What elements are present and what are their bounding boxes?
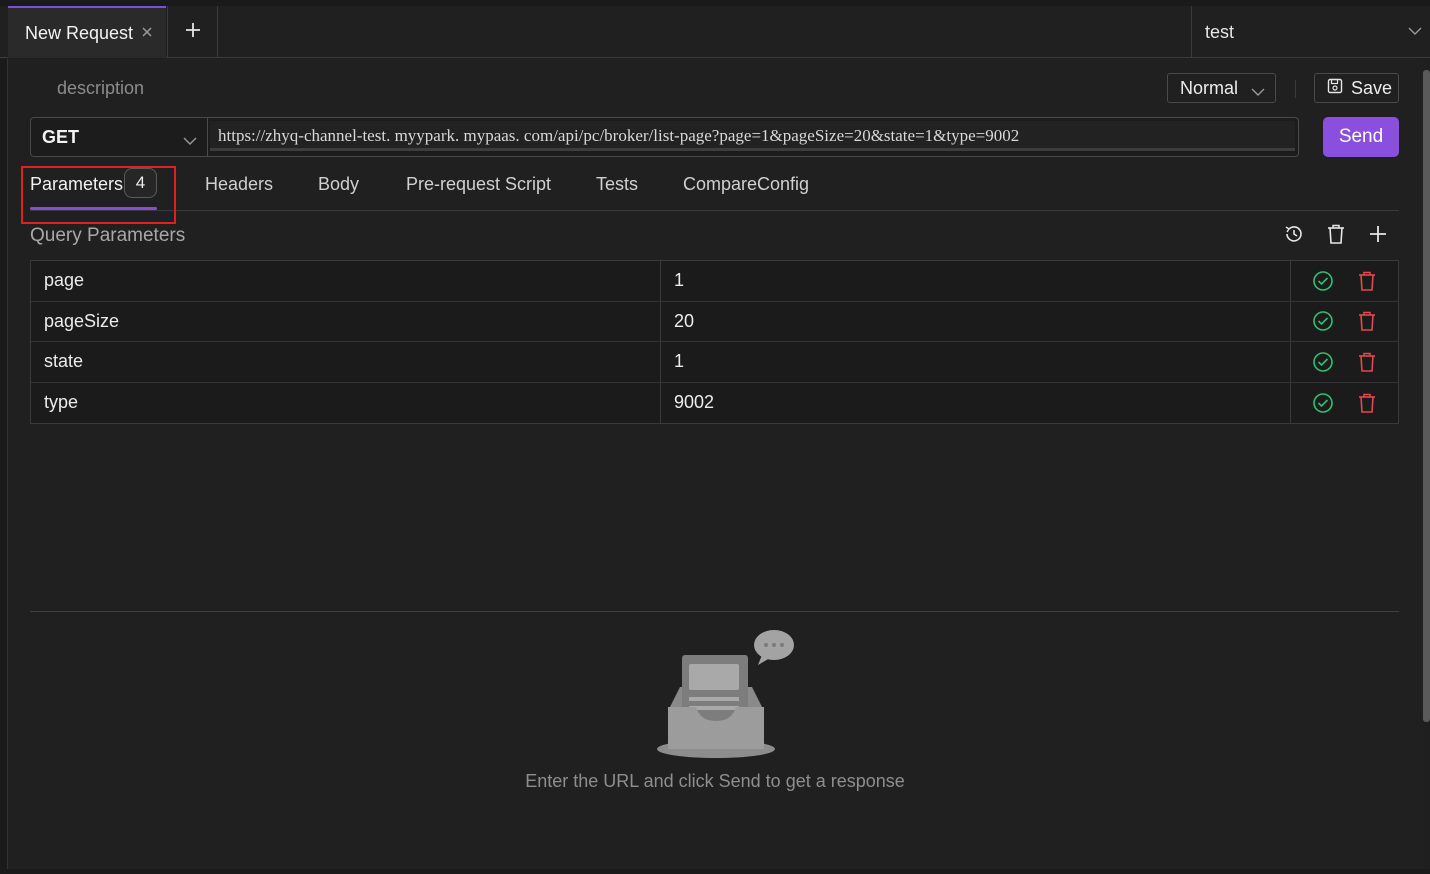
param-key[interactable]: pageSize <box>31 301 661 341</box>
param-value[interactable]: 1 <box>661 342 1291 382</box>
table-row: pageSize 20 <box>31 301 1398 342</box>
history-icon[interactable] <box>1283 223 1305 245</box>
query-parameters-title: Query Parameters <box>30 225 186 246</box>
environment-label: test <box>1205 21 1235 42</box>
chevron-down-icon <box>183 131 197 152</box>
empty-inbox-icon <box>652 625 802 770</box>
save-icon <box>1327 78 1351 99</box>
empty-response-message: Enter the URL and click Send to get a re… <box>525 771 905 791</box>
tab-compareconfig[interactable]: CompareConfig <box>683 174 809 195</box>
check-circle-icon[interactable] <box>1312 270 1334 292</box>
row-actions <box>1291 302 1398 342</box>
description-field[interactable]: description <box>57 78 144 99</box>
check-circle-icon[interactable] <box>1312 392 1334 414</box>
mode-label: Normal <box>1180 77 1239 98</box>
tab-label: New Request <box>25 22 134 43</box>
tab-body[interactable]: Body <box>318 174 359 195</box>
trash-icon[interactable] <box>1356 310 1378 332</box>
method-label: GET <box>42 126 80 147</box>
table-row: page 1 <box>31 261 1398 302</box>
param-key[interactable]: type <box>31 382 661 423</box>
scrollbar[interactable] <box>1423 70 1430 722</box>
trash-icon[interactable] <box>1356 270 1378 292</box>
param-key[interactable]: page <box>31 261 661 301</box>
check-circle-icon[interactable] <box>1312 310 1334 332</box>
table-row: state 1 <box>31 342 1398 383</box>
chevron-down-icon <box>1408 24 1422 42</box>
trash-icon[interactable] <box>1356 351 1378 373</box>
query-parameters-table: page 1 pageSize 20 state 1 type 9002 <box>30 260 1399 424</box>
param-value[interactable]: 1 <box>661 261 1291 301</box>
environment-select[interactable]: test <box>1191 6 1430 58</box>
url-input[interactable]: https://zhyq-channel-test. myypark. mypa… <box>210 121 1295 151</box>
toolbar-divider <box>1295 80 1296 98</box>
param-key[interactable]: state <box>31 342 661 382</box>
request-tabs: Parameters 4 Headers Body Pre-request Sc… <box>30 166 1399 211</box>
window-bottom-strip <box>0 869 1430 874</box>
trash-icon[interactable] <box>1325 223 1347 245</box>
save-label: Save <box>1351 77 1393 98</box>
mode-select[interactable]: Normal <box>1167 73 1276 103</box>
plus-icon[interactable] <box>1367 223 1389 245</box>
tab-tests[interactable]: Tests <box>596 174 638 195</box>
plus-icon <box>184 21 202 44</box>
check-circle-icon[interactable] <box>1312 351 1334 373</box>
query-parameters-tools <box>1283 223 1389 245</box>
row-actions <box>1291 342 1398 382</box>
trash-icon[interactable] <box>1356 392 1378 414</box>
url-field[interactable]: https://zhyq-channel-test. myypark. mypa… <box>208 117 1299 157</box>
param-value[interactable]: 9002 <box>661 382 1291 423</box>
add-tab-button[interactable] <box>167 6 218 58</box>
request-response-divider[interactable] <box>30 611 1399 612</box>
row-actions <box>1291 261 1398 301</box>
table-row: type 9002 <box>31 382 1398 424</box>
row-actions <box>1291 383 1398 424</box>
tab-pre-request-script[interactable]: Pre-request Script <box>406 174 551 195</box>
save-button[interactable]: Save <box>1314 73 1399 103</box>
left-edge <box>0 59 7 874</box>
tab-headers[interactable]: Headers <box>205 174 273 195</box>
tab-new-request[interactable]: New Request <box>8 6 166 58</box>
close-icon[interactable] <box>140 25 154 39</box>
chevron-down-icon <box>1251 82 1265 103</box>
method-select[interactable]: GET <box>30 117 208 157</box>
highlight-annotation <box>21 166 176 224</box>
request-tab-bar: New Request test <box>0 6 1430 58</box>
send-button[interactable]: Send <box>1323 117 1399 157</box>
param-value[interactable]: 20 <box>661 301 1291 341</box>
